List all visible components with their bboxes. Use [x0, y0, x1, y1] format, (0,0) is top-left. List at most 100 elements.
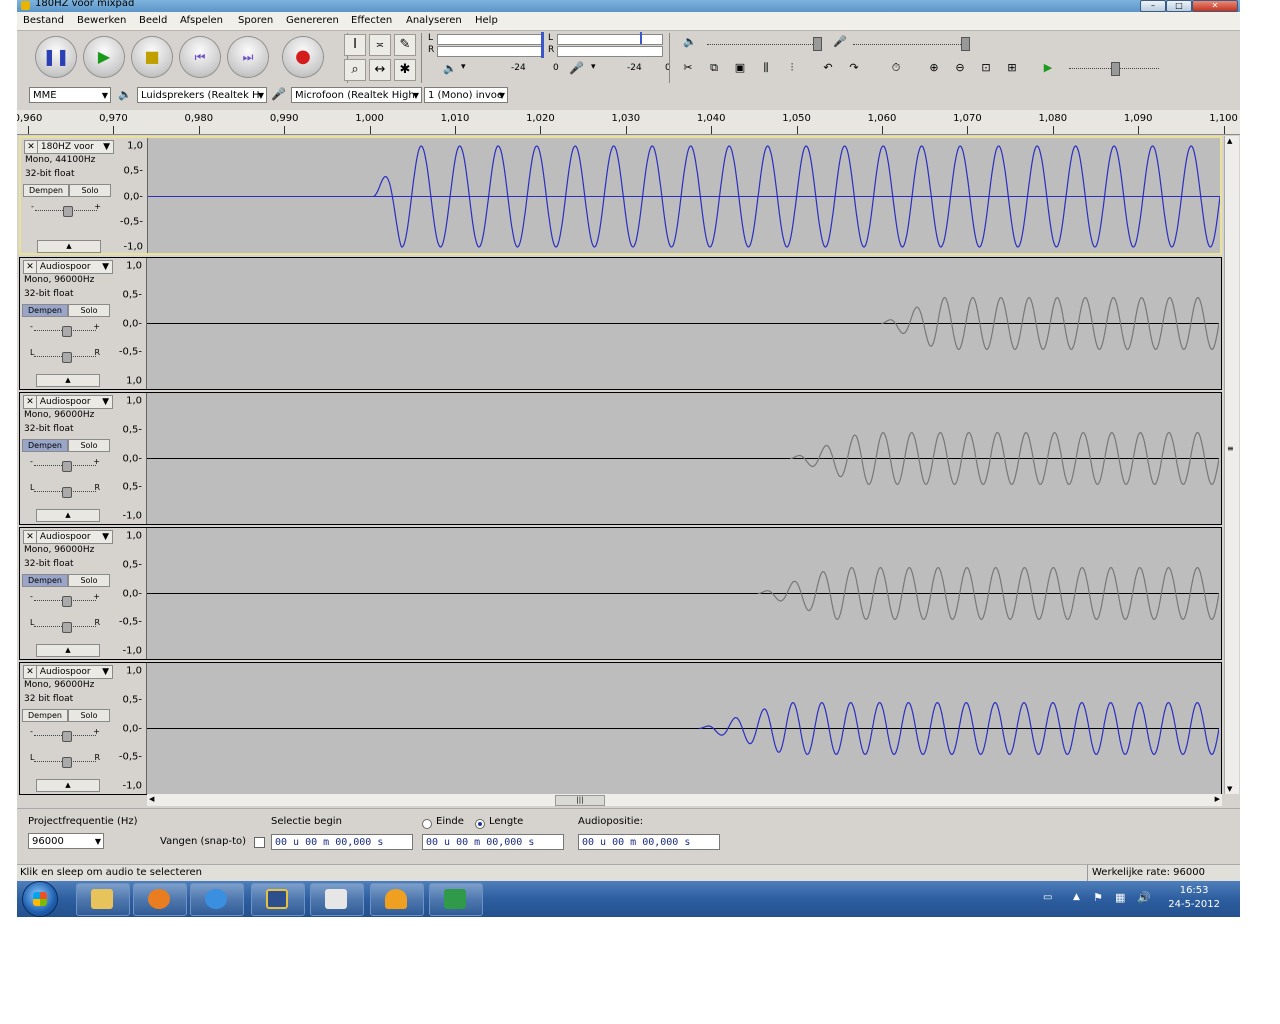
- collapse-track-button[interactable]: ▲: [36, 644, 100, 657]
- close-button[interactable]: ✕: [1192, 0, 1238, 12]
- pan-knob[interactable]: [62, 352, 72, 363]
- input-volume-knob[interactable]: [961, 37, 970, 51]
- draw-tool[interactable]: ✎: [394, 34, 416, 56]
- scroll-grip-icon[interactable]: ≡: [1227, 444, 1234, 453]
- scroll-down-icon[interactable]: ▼: [1227, 785, 1232, 793]
- solo-button[interactable]: Solo: [68, 304, 110, 317]
- gain-slider[interactable]: - +: [30, 322, 100, 337]
- gain-knob[interactable]: [62, 731, 72, 742]
- close-track-icon[interactable]: ✕: [24, 666, 37, 678]
- track-name-button[interactable]: ✕ 180HZ voor ▼: [24, 140, 114, 154]
- menu-sporen[interactable]: Sporen: [238, 15, 273, 26]
- menu-beeld[interactable]: Beeld: [139, 15, 167, 26]
- zoom-tool[interactable]: ⌕: [344, 59, 366, 81]
- menu-bestand[interactable]: Bestand: [23, 15, 64, 26]
- envelope-tool[interactable]: ≍: [369, 34, 391, 56]
- clock[interactable]: 16:53 24-5-2012: [1168, 884, 1220, 912]
- sync-lock-icon[interactable]: ⏱: [885, 59, 907, 77]
- gain-knob[interactable]: [62, 326, 72, 337]
- paste-icon[interactable]: ▣: [729, 59, 751, 77]
- scroll-up-icon[interactable]: ▲: [1227, 137, 1232, 145]
- gain-knob[interactable]: [62, 596, 72, 607]
- gain-knob[interactable]: [62, 461, 72, 472]
- selection-tool[interactable]: I: [344, 34, 366, 56]
- scroll-right-icon[interactable]: ▶: [1215, 795, 1220, 803]
- audio-track[interactable]: ✕ Audiospoor ▼ Mono, 96000Hz 32-bit float De…: [19, 392, 1222, 525]
- play-button[interactable]: ▶: [84, 37, 124, 77]
- maximize-button[interactable]: □: [1166, 0, 1192, 12]
- input-channels-select[interactable]: 1 (Mono) invoe ▼: [424, 87, 508, 103]
- audio-track[interactable]: ✕ 180HZ voor ▼ Mono, 44100Hz 32-bit float De…: [19, 136, 1222, 255]
- menu-genereren[interactable]: Genereren: [286, 15, 339, 26]
- vertical-scrollbar[interactable]: ▲ ≡ ▼: [1224, 136, 1239, 794]
- keyboard-icon[interactable]: ▭: [1043, 892, 1052, 903]
- track-name-button[interactable]: ✕ Audiospoor ▼: [23, 260, 113, 274]
- taskbar-internet-explorer[interactable]: [190, 883, 244, 916]
- menu-analyseren[interactable]: Analyseren: [406, 15, 462, 26]
- collapse-track-button[interactable]: ▲: [36, 374, 100, 387]
- pan-slider[interactable]: LR: [30, 618, 100, 633]
- audio-host-select[interactable]: MME ▼: [29, 87, 111, 103]
- trim-icon[interactable]: ⫼: [755, 59, 777, 77]
- gain-knob[interactable]: [63, 206, 73, 217]
- output-volume-knob[interactable]: [813, 37, 822, 51]
- track-name-button[interactable]: ✕ Audiospoor ▼: [23, 665, 113, 679]
- silence-icon[interactable]: ⫶: [781, 59, 803, 77]
- play-meter-menu-icon[interactable]: ▾: [461, 62, 466, 72]
- menu-afspelen[interactable]: Afspelen: [180, 15, 223, 26]
- collapse-track-button[interactable]: ▲: [36, 779, 100, 792]
- pan-knob[interactable]: [62, 757, 72, 768]
- waveform[interactable]: [148, 138, 1220, 255]
- gain-slider[interactable]: - +: [30, 592, 100, 607]
- start-button[interactable]: [23, 882, 57, 916]
- gain-slider[interactable]: - +: [30, 727, 100, 742]
- taskbar-excel[interactable]: [429, 883, 483, 916]
- horizontal-scrollbar[interactable]: ◀ ||| ▶: [147, 794, 1222, 806]
- taskbar-explorer[interactable]: [76, 883, 130, 916]
- input-volume-slider[interactable]: [853, 44, 963, 45]
- pan-knob[interactable]: [62, 487, 72, 498]
- rec-meter-menu-icon[interactable]: ▾: [591, 62, 596, 72]
- close-track-icon[interactable]: ✕: [24, 396, 37, 408]
- audio-track[interactable]: ✕ Audiospoor ▼ Mono, 96000Hz 32-bit float De…: [19, 257, 1222, 390]
- minimize-button[interactable]: –: [1140, 0, 1166, 12]
- collapse-track-button[interactable]: ▲: [37, 240, 101, 253]
- waveform[interactable]: [147, 393, 1219, 524]
- mute-button[interactable]: Dempen: [23, 184, 69, 197]
- undo-icon[interactable]: ↶: [817, 59, 839, 77]
- gain-slider[interactable]: - +: [30, 457, 100, 472]
- network-icon[interactable]: ▦: [1115, 891, 1125, 904]
- close-track-icon[interactable]: ✕: [24, 261, 37, 273]
- fit-project-icon[interactable]: ⊞: [1001, 59, 1023, 77]
- speaker-icon[interactable]: 🔈: [443, 62, 457, 75]
- pan-knob[interactable]: [62, 622, 72, 633]
- scroll-left-icon[interactable]: ◀: [149, 795, 154, 803]
- solo-button[interactable]: Solo: [68, 439, 110, 452]
- audio-track[interactable]: ✕ Audiospoor ▼ Mono, 96000Hz 32-bit float De…: [19, 527, 1222, 660]
- output-device-select[interactable]: Luidsprekers (Realtek H ▼: [137, 87, 267, 103]
- menu-help[interactable]: Help: [475, 15, 498, 26]
- show-hidden-icons[interactable]: ▲: [1073, 892, 1080, 902]
- copy-icon[interactable]: ⧉: [703, 59, 725, 77]
- taskbar-app-frame[interactable]: [251, 883, 305, 916]
- taskbar-audacity[interactable]: [370, 883, 424, 916]
- solo-button[interactable]: Solo: [69, 184, 111, 197]
- record-button[interactable]: ●: [283, 37, 323, 77]
- redo-icon[interactable]: ↷: [843, 59, 865, 77]
- gain-slider[interactable]: - +: [31, 202, 101, 217]
- play-speed-knob[interactable]: [1111, 62, 1120, 76]
- close-track-icon[interactable]: ✕: [24, 531, 37, 543]
- mute-button[interactable]: Dempen: [22, 304, 68, 317]
- output-volume-slider[interactable]: [707, 44, 817, 45]
- flag-icon[interactable]: ⚑: [1093, 891, 1103, 904]
- mute-button[interactable]: Dempen: [22, 709, 68, 722]
- mute-button[interactable]: Dempen: [22, 574, 68, 587]
- snap-to-checkbox[interactable]: [254, 837, 265, 848]
- project-rate-select[interactable]: 96000 ▼: [28, 833, 104, 849]
- multi-tool[interactable]: ✱: [394, 59, 416, 81]
- pan-slider[interactable]: LR: [30, 753, 100, 768]
- audio-track[interactable]: ✕ Audiospoor ▼ Mono, 96000Hz 32 bit float De…: [19, 662, 1222, 795]
- zoom-out-icon[interactable]: ⊖: [949, 59, 971, 77]
- pan-slider[interactable]: LR: [30, 348, 100, 363]
- track-name-button[interactable]: ✕ Audiospoor ▼: [23, 395, 113, 409]
